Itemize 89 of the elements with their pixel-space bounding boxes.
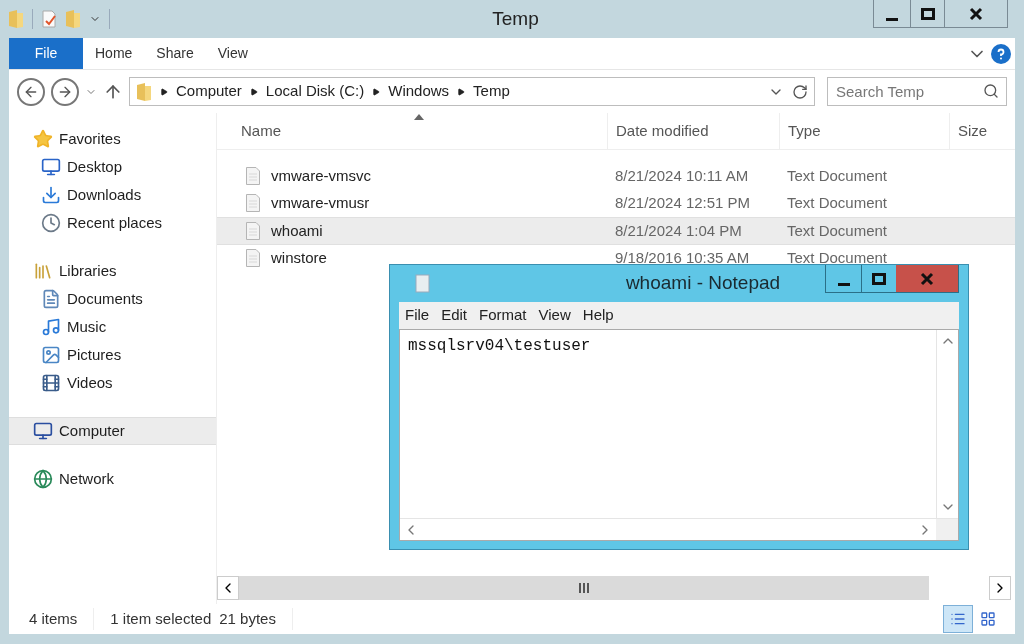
- column-header[interactable]: Date modified: [607, 113, 779, 149]
- date-modified: 8/21/2024 10:11 AM: [614, 165, 750, 186]
- nav-item[interactable]: Network: [9, 465, 216, 493]
- breadcrumb[interactable]: Computer: [176, 80, 242, 103]
- text-file-icon: [245, 248, 261, 269]
- column-header[interactable]: Type: [779, 113, 949, 149]
- breadcrumb-arrow-icon: [457, 87, 466, 96]
- file-row[interactable]: winstore 9/18/2016 10:35 AM Text Document: [217, 244, 1015, 272]
- menu-item[interactable]: File: [405, 304, 430, 327]
- date-modified: 8/21/2024 12:51 PM: [614, 193, 752, 213]
- file-name: vmware-vmsvc: [271, 165, 371, 186]
- nav-item[interactable]: Pictures: [9, 341, 216, 369]
- breadcrumb-arrow-icon: [160, 87, 168, 96]
- breadcrumb[interactable]: Windows: [388, 80, 450, 103]
- scroll-right-button[interactable]: [989, 576, 1011, 600]
- globe-icon: [33, 469, 53, 489]
- search-field[interactable]: Search Temp: [827, 77, 1007, 106]
- notepad-title: whoami - Notepad: [624, 271, 782, 296]
- nav-item[interactable]: Libraries: [9, 257, 216, 285]
- breadcrumb-arrow-icon: [249, 87, 258, 96]
- monitor-icon: [41, 157, 61, 177]
- nav-item[interactable]: Downloads: [9, 181, 216, 209]
- back-button[interactable]: [17, 77, 45, 106]
- file-type: Text Document: [786, 193, 889, 213]
- file-name: vmware-vmusr: [271, 193, 370, 213]
- file-type: Text Document: [786, 165, 889, 186]
- folder-icon: [136, 81, 152, 102]
- breadcrumb[interactable]: Temp: [473, 80, 510, 103]
- picture-icon: [41, 345, 61, 365]
- notepad-icon: [415, 273, 431, 294]
- close-icon: [920, 271, 934, 286]
- scroll-left-button[interactable]: [217, 576, 239, 600]
- close-icon: [969, 6, 983, 21]
- help-icon[interactable]: [991, 43, 1011, 64]
- sort-arrow-icon: [414, 113, 424, 121]
- download-icon: [41, 185, 61, 205]
- ribbon-tab[interactable]: Home: [83, 38, 145, 69]
- nav-item[interactable]: Computer: [9, 417, 216, 445]
- ribbon-tab[interactable]: View: [205, 38, 260, 69]
- item-count: 4 items: [9, 607, 95, 631]
- nav-item[interactable]: Desktop: [9, 153, 216, 181]
- document-icon: [41, 289, 61, 309]
- ribbon-tab[interactable]: Share: [144, 38, 206, 69]
- details-view-button[interactable]: [943, 605, 973, 633]
- computer-icon: [33, 421, 53, 441]
- text-file-icon: [245, 220, 261, 241]
- list-icon: [950, 611, 966, 627]
- breadcrumb-arrow-icon: [372, 87, 381, 96]
- folder-icon: [8, 9, 24, 29]
- date-modified: 9/18/2016 10:35 AM: [614, 248, 751, 268]
- menu-item[interactable]: Help: [582, 304, 614, 327]
- file-row[interactable]: whoami 8/21/2024 1:04 PM Text Document: [217, 217, 1015, 245]
- grid-icon: [980, 611, 996, 627]
- window-title: Temp: [491, 6, 540, 31]
- selection-size: 21 bytes: [219, 607, 293, 631]
- address-bar[interactable]: Computer Local Disk (C:) Windows Temp: [129, 77, 815, 106]
- grip-icon: [578, 583, 590, 593]
- file-row[interactable]: vmware-vmusr 8/21/2024 12:51 PM Text Document: [217, 189, 1015, 217]
- film-icon: [41, 373, 61, 393]
- file-type: Text Document: [786, 248, 889, 268]
- column-header[interactable]: Name: [217, 113, 607, 149]
- clock-icon: [41, 213, 61, 233]
- forward-button[interactable]: [51, 77, 79, 106]
- menu-item[interactable]: View: [538, 304, 571, 327]
- file-row[interactable]: vmware-vmsvc 8/21/2024 10:11 AM Text Document: [217, 162, 1015, 190]
- search-icon: [983, 83, 999, 99]
- selection-status: 1 item selected: [109, 608, 213, 629]
- nav-item[interactable]: Documents: [9, 285, 216, 313]
- text-file-icon: [245, 193, 261, 214]
- refresh-icon[interactable]: [792, 83, 808, 100]
- library-icon: [33, 261, 53, 281]
- file-name: winstore: [271, 248, 327, 268]
- menu-item[interactable]: Edit: [441, 304, 468, 327]
- size-grip[interactable]: [936, 519, 958, 540]
- column-header[interactable]: Size: [949, 113, 1015, 149]
- text-file-icon: [245, 165, 261, 186]
- file-type: Text Document: [786, 220, 889, 241]
- nav-item[interactable]: Videos: [9, 369, 216, 397]
- nav-item[interactable]: Favorites: [9, 125, 216, 153]
- nav-item[interactable]: Music: [9, 313, 216, 341]
- file-name: whoami: [271, 220, 323, 241]
- nav-item[interactable]: Recent places: [9, 209, 216, 237]
- music-note-icon: [41, 317, 61, 337]
- date-modified: 8/21/2024 1:04 PM: [614, 220, 743, 241]
- breadcrumb[interactable]: Local Disk (C:): [265, 80, 365, 103]
- ribbon-tab[interactable]: File: [9, 38, 83, 69]
- menu-item[interactable]: Format: [479, 304, 527, 327]
- star-icon: [33, 129, 53, 149]
- horizontal-scrollbar-thumb[interactable]: [239, 576, 929, 600]
